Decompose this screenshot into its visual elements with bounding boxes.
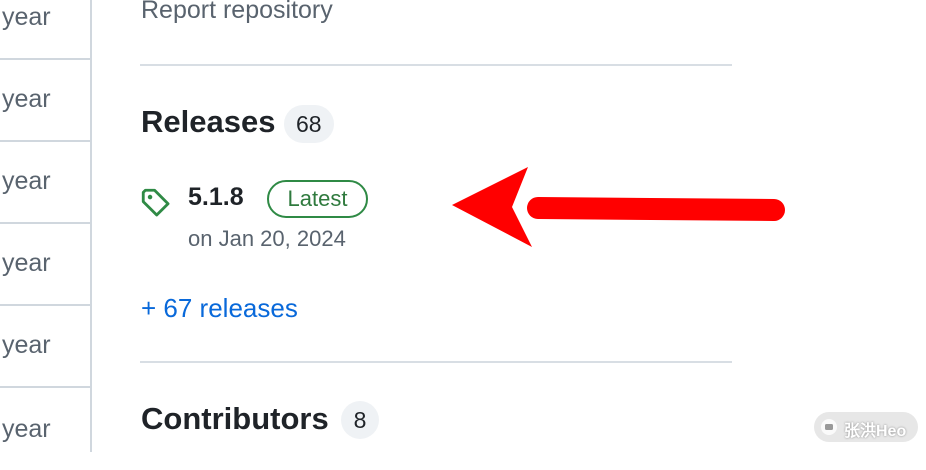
left-row: year [0,224,90,306]
watermark-logo-icon [820,418,838,441]
watermark: 张洪Heo [814,412,918,442]
latest-badge: Latest [267,180,368,218]
annotation-arrow-icon [448,163,788,258]
left-row: year [0,0,90,60]
left-row-text: year [2,415,51,443]
more-releases-link[interactable]: + 67 releases [141,293,298,324]
contributors-heading[interactable]: Contributors [141,401,329,437]
left-row-text: year [2,85,51,113]
release-date: on Jan 20, 2024 [188,226,346,251]
left-row-text: year [2,331,51,359]
release-version-link[interactable]: 5.1.8 [188,183,244,212]
left-table-column: year year year year year year [0,0,92,452]
left-row-text: year [2,167,51,195]
left-row: year [0,60,90,142]
left-row-text: year [2,3,51,31]
releases-count-badge: 68 [284,105,334,143]
report-repository-link[interactable]: Report repository [141,0,333,25]
left-row: year [0,306,90,388]
contributors-count-badge: 8 [341,401,379,439]
watermark-text: 张洪Heo [844,423,907,440]
left-row-text: year [2,249,51,277]
tag-icon [139,186,173,225]
section-divider [140,64,732,66]
releases-heading[interactable]: Releases [141,104,275,140]
left-row: year [0,142,90,224]
section-divider [140,361,732,363]
left-row: year [0,388,90,470]
